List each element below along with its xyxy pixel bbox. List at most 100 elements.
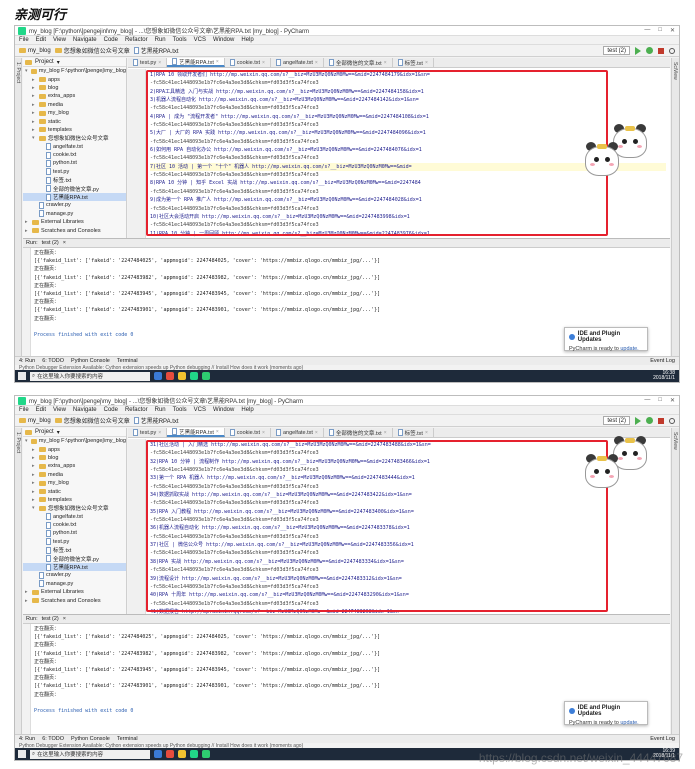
chevron-right-icon[interactable]: ▸ (32, 110, 37, 116)
close-tab-icon[interactable]: × (262, 430, 265, 436)
run-config-dropdown[interactable]: test (2) (603, 46, 630, 55)
breadcrumb-folder[interactable]: 您想象如微信公众号文章 (54, 46, 130, 55)
event-log-button[interactable]: Event Log (650, 358, 679, 364)
menu-edit[interactable]: Edit (36, 407, 46, 413)
maximize-button[interactable]: □ (658, 27, 662, 34)
editor-tab[interactable]: cookie.txt × (225, 58, 271, 67)
tree-item[interactable]: ▾ my_blog F:\python\]pengej\my_blog (23, 67, 126, 75)
chevron-right-icon[interactable]: ▸ (32, 480, 37, 486)
tree-item[interactable]: ▸ static (23, 487, 126, 495)
chevron-down-icon[interactable]: ▾ (32, 505, 37, 511)
event-log-button[interactable]: Event Log (650, 736, 679, 742)
menu-refactor[interactable]: Refactor (125, 37, 148, 43)
minimize-button[interactable]: — (644, 397, 650, 404)
browser-icon[interactable] (166, 372, 174, 380)
breadcrumb-project[interactable]: my_blog (19, 418, 51, 424)
tree-item[interactable]: ▸ media (23, 471, 126, 479)
project-panel-header[interactable]: Project ▾ (23, 428, 126, 437)
breadcrumb-file[interactable]: 艺黑能RPA.txt (133, 416, 179, 425)
tool-tab-run[interactable]: 4: Run (19, 358, 35, 364)
editor-tab[interactable]: angelfate.txt × (271, 428, 324, 437)
taskbar-search[interactable]: ⌕ 在这里输入你要搜索的内容 (30, 371, 150, 381)
tree-item[interactable]: ▾ 您想象如微信公众号文章 (23, 504, 126, 512)
chevron-right-icon[interactable]: ▸ (32, 77, 37, 83)
editor-tab[interactable]: 全部微信的文章.txt × (324, 428, 393, 437)
chevron-down-icon[interactable]: ▾ (57, 59, 60, 66)
tool-tab-python-console[interactable]: Python Console (71, 358, 110, 364)
editor-tab[interactable]: 全部微信的文章.txt × (324, 58, 393, 67)
tree-item[interactable]: ▸ External Libraries (23, 218, 126, 226)
tree-item[interactable]: 标签.txt (23, 546, 126, 554)
system-clock[interactable]: 16:38 2018/11/1 (653, 370, 679, 382)
wechat-icon[interactable] (202, 372, 210, 380)
editor-tab[interactable]: angelfate.txt × (271, 58, 324, 67)
run-config-tab[interactable]: test (2) (42, 616, 59, 622)
tree-item[interactable]: 全部的微信文章.py (23, 554, 126, 563)
menu-run[interactable]: Run (155, 37, 166, 43)
editor-tab[interactable]: 艺黑能RPA.txt × (167, 428, 225, 437)
tree-item[interactable]: ▸ templates (23, 126, 126, 134)
chevron-right-icon[interactable]: ▸ (25, 228, 30, 234)
menu-vcs[interactable]: VCS (194, 37, 206, 43)
editor-tab[interactable]: cookie.txt × (225, 428, 271, 437)
tool-tab-todo[interactable]: 6: TODO (42, 358, 64, 364)
close-button[interactable]: ✕ (670, 27, 675, 34)
tree-item[interactable]: angelfate.txt (23, 513, 126, 521)
windows-start-icon[interactable] (18, 750, 26, 758)
tree-item[interactable]: ▸ Scratches and Consoles (23, 226, 126, 234)
menu-file[interactable]: File (19, 37, 29, 43)
editor-tab[interactable]: test.py × (128, 58, 168, 67)
scview-tool-label[interactable]: SciView (672, 428, 678, 450)
chevron-right-icon[interactable]: ▸ (32, 85, 37, 91)
close-tab-icon[interactable]: × (158, 430, 161, 436)
close-button[interactable]: ✕ (670, 397, 675, 404)
tree-item[interactable]: test.py (23, 538, 126, 546)
breadcrumb-file[interactable]: 艺黑能RPA.txt (133, 46, 179, 55)
close-tab-icon[interactable]: × (315, 430, 318, 436)
menu-help[interactable]: Help (241, 407, 253, 413)
close-tab-icon[interactable]: × (425, 60, 428, 66)
tree-item[interactable]: ▸ apps (23, 75, 126, 83)
chevron-right-icon[interactable]: ▸ (25, 589, 30, 595)
tree-item[interactable]: 全部的微信文章.py (23, 184, 126, 193)
stop-icon[interactable] (658, 47, 664, 54)
tree-item[interactable]: 艺黑能RPA.txt (23, 192, 126, 202)
chevron-down-icon[interactable]: ▾ (25, 438, 29, 444)
run-config-dropdown[interactable]: test (2) (603, 416, 630, 425)
tree-item[interactable]: ▸ media (23, 101, 126, 109)
tree-item[interactable]: ▸ apps (23, 445, 126, 453)
menu-window[interactable]: Window (213, 37, 234, 43)
search-everywhere-icon[interactable] (669, 417, 675, 424)
tree-item[interactable]: ▸ templates (23, 496, 126, 504)
menu-view[interactable]: View (53, 407, 66, 413)
chevron-right-icon[interactable]: ▸ (32, 127, 37, 133)
minimize-button[interactable]: — (644, 27, 650, 34)
tree-item[interactable]: 艺黑能RPA.txt (23, 562, 126, 572)
chevron-right-icon[interactable]: ▸ (32, 497, 37, 503)
maximize-button[interactable]: □ (658, 397, 662, 404)
menu-tools[interactable]: Tools (173, 407, 187, 413)
chevron-right-icon[interactable]: ▸ (32, 447, 37, 453)
breadcrumb-folder[interactable]: 您想象如微信公众号文章 (54, 416, 130, 425)
search-everywhere-icon[interactable] (669, 47, 675, 54)
tree-item[interactable]: crawler.py (23, 571, 126, 579)
chevron-right-icon[interactable]: ▸ (25, 598, 30, 604)
wechat-icon[interactable] (202, 750, 210, 758)
chevron-right-icon[interactable]: ▸ (32, 455, 37, 461)
close-tab-icon[interactable]: × (216, 59, 219, 65)
chevron-right-icon[interactable]: ▸ (32, 489, 37, 495)
editor-tab[interactable]: 标签.txt × (393, 58, 434, 67)
menu-run[interactable]: Run (155, 407, 166, 413)
run-output[interactable]: 正在翻页： [{'fakeid_list': ['fakeid': '224748… (34, 249, 668, 339)
tree-item[interactable]: test.py (23, 168, 126, 176)
update-notification[interactable]: IDE and Plugin Updates PyCharm is ready … (564, 327, 648, 352)
close-tab-icon[interactable]: × (216, 429, 219, 435)
project-panel-header[interactable]: Project ▾ (23, 58, 126, 67)
taskbar-search[interactable]: ⌕ 在这里输入你要搜索的内容 (30, 749, 150, 759)
tree-item[interactable]: ▾ 您想象如微信公众号文章 (23, 134, 126, 142)
tree-item[interactable]: ▸ blog (23, 454, 126, 462)
chevron-right-icon[interactable]: ▸ (32, 119, 37, 125)
menu-navigate[interactable]: Navigate (73, 407, 97, 413)
scview-tool-label[interactable]: SciView (672, 58, 678, 80)
tree-item[interactable]: cookie.txt (23, 151, 126, 159)
